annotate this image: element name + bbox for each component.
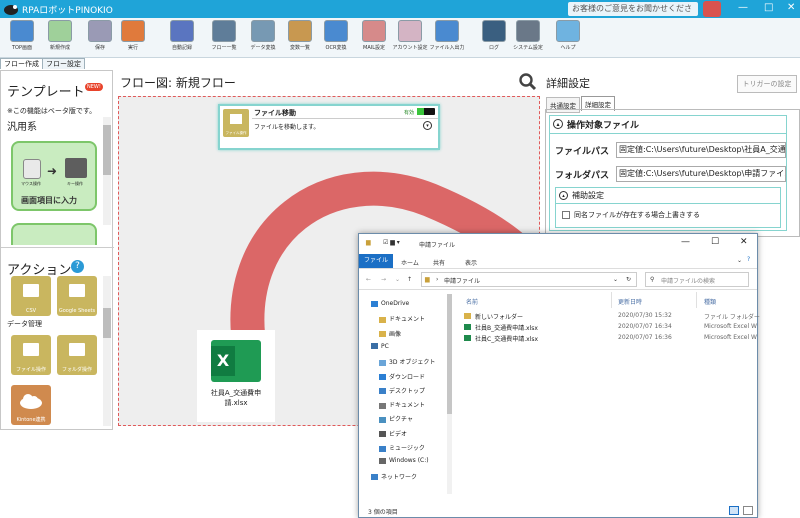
address-text: 申請ファイル bbox=[444, 278, 481, 285]
tree-item-label: ミュージック bbox=[389, 445, 425, 452]
menu-home[interactable]: ホーム bbox=[401, 258, 419, 267]
file-name[interactable]: 社員C_交通費申請.xlsx bbox=[475, 334, 538, 343]
tree-item-label: デスクトップ bbox=[389, 387, 426, 395]
excel-file-icon: X bbox=[211, 340, 261, 382]
file-name[interactable]: 新しいフォルダー bbox=[475, 312, 523, 321]
picture-icon bbox=[379, 416, 386, 423]
tree-item-label: Windows (C:) bbox=[389, 457, 429, 465]
file-type: ファイル フォルダー bbox=[704, 314, 760, 321]
search-box[interactable]: ⚲ 申請ファイルの検索 bbox=[645, 272, 749, 287]
tree-scrollbar[interactable] bbox=[447, 294, 452, 494]
tree-item-label: ダウンロード bbox=[389, 373, 426, 381]
tree-item[interactable]: ビデオ bbox=[379, 429, 407, 438]
explorer-titlebar: ▆ ☑ ▆ ▾ 申請ファイル — ☐ ✕ bbox=[359, 234, 757, 254]
refresh-icon[interactable]: ↻ bbox=[626, 276, 631, 283]
file-type: Microsoft Excel W bbox=[704, 323, 757, 330]
network-icon bbox=[371, 474, 378, 481]
search-placeholder: 申請ファイルの検索 bbox=[661, 278, 716, 285]
file-list: 名前 更新日時 種類 新しいフォルダー 2020/07/30 15:32 ファイル … bbox=[456, 292, 760, 502]
video-icon bbox=[379, 431, 386, 438]
help-icon[interactable]: ? bbox=[747, 256, 750, 263]
tree-item-label: PC bbox=[381, 342, 389, 350]
folder-icon: ▆ bbox=[366, 239, 371, 246]
column-type[interactable]: 種類 bbox=[704, 297, 716, 306]
navigation-pane: OneDrive ドキュメント 画像 PC 3D オブジェクト ダウンロード デスクトップド… bbox=[359, 292, 454, 502]
drive-icon bbox=[379, 457, 386, 464]
tree-item-label: 画像 bbox=[389, 330, 402, 338]
doc-icon bbox=[379, 402, 386, 409]
tree-item[interactable]: PC bbox=[371, 343, 389, 350]
up-icon[interactable]: ↑ bbox=[407, 276, 412, 283]
thumbnail-view-icon[interactable] bbox=[743, 506, 753, 515]
breadcrumb-chevron-icon: › bbox=[436, 276, 439, 283]
tree-item[interactable]: ネットワーク bbox=[371, 472, 417, 481]
file-name[interactable]: 社員B_交通費申請.xlsx bbox=[475, 323, 538, 332]
file-explorer-window: ▆ ☑ ▆ ▾ 申請ファイル — ☐ ✕ ファイル ホーム 共有 表示 ⌄ ? … bbox=[358, 233, 760, 518]
pc-icon bbox=[371, 343, 378, 350]
cloud-icon bbox=[371, 300, 378, 307]
explorer-title: 申請ファイル bbox=[419, 242, 456, 249]
desktop-icon bbox=[379, 388, 386, 395]
tree-item-label: ドキュメント bbox=[389, 316, 426, 324]
menu-file[interactable]: ファイル bbox=[359, 254, 393, 268]
folder-icon bbox=[379, 316, 386, 323]
address-dropdown-icon[interactable]: ⌄ bbox=[613, 276, 618, 283]
chevron-down-icon[interactable]: ⌄ bbox=[737, 257, 742, 264]
quick-access-icons[interactable]: ☑ ▆ ▾ bbox=[383, 239, 400, 246]
tree-item-label: ドキュメント bbox=[389, 402, 426, 410]
tree-item-label: 3D オブジェクト bbox=[389, 359, 436, 367]
tree-item[interactable]: ミュージック bbox=[379, 443, 425, 452]
column-name[interactable]: 名前 bbox=[466, 297, 478, 306]
address-bar[interactable]: ▆ › 申請ファイル ⌄ ↻ bbox=[421, 272, 637, 287]
column-divider bbox=[696, 292, 697, 308]
search-icon: ⚲ bbox=[650, 276, 655, 283]
explorer-address-row: ← → ⌄ ↑ ▆ › 申請ファイル ⌄ ↻ ⚲ 申請ファイルの検索 bbox=[359, 268, 757, 290]
menu-view[interactable]: 表示 bbox=[465, 258, 477, 267]
tree-item[interactable]: ダウンロード bbox=[379, 372, 425, 381]
tree-item[interactable]: ドキュメント bbox=[379, 314, 425, 323]
address-folder-icon: ▆ bbox=[425, 276, 430, 283]
back-icon[interactable]: ← bbox=[366, 276, 371, 283]
explorer-menu: ファイル ホーム 共有 表示 ⌄ ? bbox=[359, 254, 757, 268]
tree-item-label: ビデオ bbox=[389, 430, 408, 438]
music-icon bbox=[379, 445, 386, 452]
column-date[interactable]: 更新日時 bbox=[618, 297, 642, 306]
folder-icon bbox=[379, 331, 386, 338]
excel-icon bbox=[464, 324, 471, 330]
details-view-icon[interactable] bbox=[729, 506, 739, 515]
tree-item-label: ネットワーク bbox=[381, 473, 418, 481]
explorer-minimize-button[interactable]: — bbox=[681, 237, 690, 247]
tree-item-label: OneDrive bbox=[381, 300, 410, 307]
dragged-file-name: 社員A_交通費申請.xlsx bbox=[210, 389, 262, 407]
forward-icon[interactable]: → bbox=[381, 276, 386, 283]
dragged-file[interactable]: X 社員A_交通費申請.xlsx bbox=[197, 330, 275, 422]
tree-item[interactable]: 画像 bbox=[379, 329, 401, 338]
column-divider bbox=[611, 292, 612, 308]
status-bar: 3 個の項目 bbox=[359, 504, 757, 518]
file-type: Microsoft Excel W bbox=[704, 334, 757, 341]
folder-icon bbox=[464, 313, 471, 319]
tree-item[interactable]: OneDrive bbox=[371, 300, 409, 307]
tree-item[interactable]: ドキュメント bbox=[379, 400, 425, 409]
tree-item[interactable]: デスクトップ bbox=[379, 386, 425, 395]
tree-item-label: ピクチャ bbox=[389, 416, 413, 424]
cube-icon bbox=[379, 359, 386, 366]
tree-item[interactable]: Windows (C:) bbox=[379, 457, 429, 464]
excel-icon bbox=[464, 335, 471, 341]
file-date: 2020/07/07 16:36 bbox=[618, 334, 672, 341]
tree-item[interactable]: ピクチャ bbox=[379, 414, 413, 423]
recent-icon[interactable]: ⌄ bbox=[395, 276, 400, 283]
explorer-maximize-button[interactable]: ☐ bbox=[711, 237, 719, 247]
download-icon bbox=[379, 374, 386, 380]
excel-letter: X bbox=[211, 346, 235, 376]
menu-share[interactable]: 共有 bbox=[433, 258, 445, 267]
tree-item[interactable]: 3D オブジェクト bbox=[379, 357, 435, 366]
explorer-close-button[interactable]: ✕ bbox=[740, 237, 748, 247]
file-date: 2020/07/07 16:34 bbox=[618, 323, 672, 330]
file-date: 2020/07/30 15:32 bbox=[618, 312, 672, 319]
item-count: 3 個の項目 bbox=[368, 509, 398, 516]
